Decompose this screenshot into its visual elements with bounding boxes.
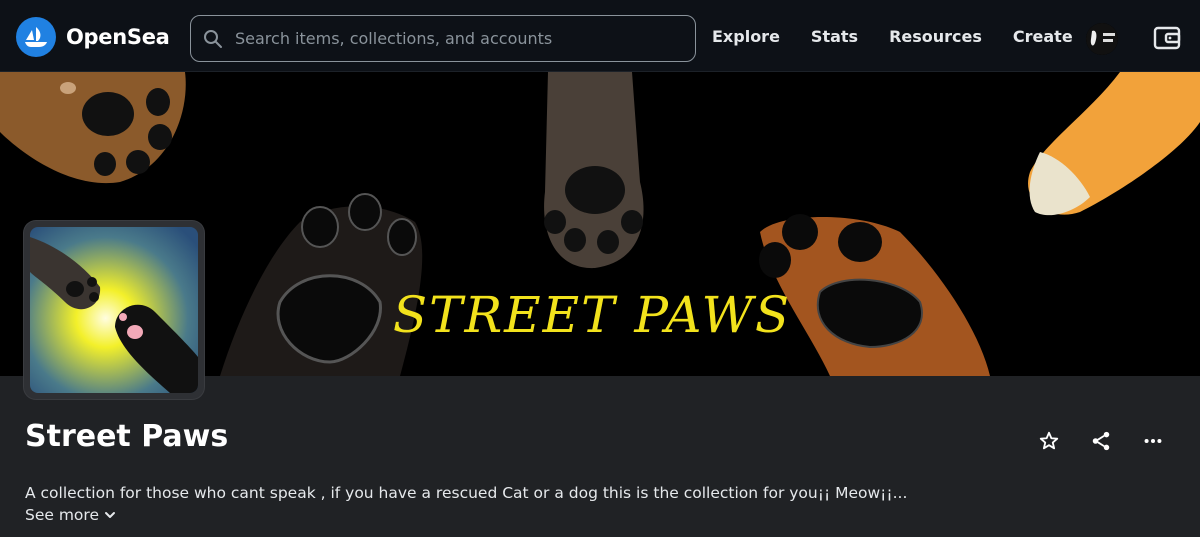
- star-icon: [1039, 431, 1059, 450]
- chevron-down-icon: [105, 512, 115, 518]
- see-more-label: See more: [25, 506, 99, 524]
- nav-create[interactable]: Create: [1013, 27, 1073, 46]
- brand-name: OpenSea: [66, 25, 170, 49]
- nav-links: Explore Stats Resources Create: [712, 27, 1104, 46]
- share-icon: [1092, 431, 1110, 451]
- collection-avatar: [24, 221, 204, 399]
- wallet-icon[interactable]: [1152, 23, 1182, 53]
- favorite-button[interactable]: [1032, 426, 1066, 456]
- share-button[interactable]: [1084, 426, 1118, 456]
- search-bar[interactable]: [190, 15, 696, 62]
- nav-explore[interactable]: Explore: [712, 27, 780, 46]
- search-input[interactable]: [233, 28, 677, 49]
- collection-description: A collection for those who cant speak , …: [25, 484, 908, 502]
- search-icon: [204, 29, 222, 48]
- more-options-button[interactable]: [1136, 426, 1170, 456]
- banner-title: STREET PAWS: [393, 286, 791, 344]
- collection-actions: [1032, 426, 1188, 456]
- paw-top-center: [544, 72, 644, 269]
- opensea-logo[interactable]: OpenSea: [16, 17, 170, 57]
- profile-avatar[interactable]: [1086, 23, 1118, 55]
- opensea-logo-icon: [16, 17, 56, 57]
- collection-title: Street Paws: [25, 419, 229, 454]
- nav-stats[interactable]: Stats: [811, 27, 858, 46]
- more-icon: [1144, 438, 1162, 444]
- top-nav: OpenSea Explore Stats Resources Create: [0, 0, 1200, 72]
- nav-resources[interactable]: Resources: [889, 27, 982, 46]
- see-more-toggle[interactable]: See more: [25, 506, 117, 524]
